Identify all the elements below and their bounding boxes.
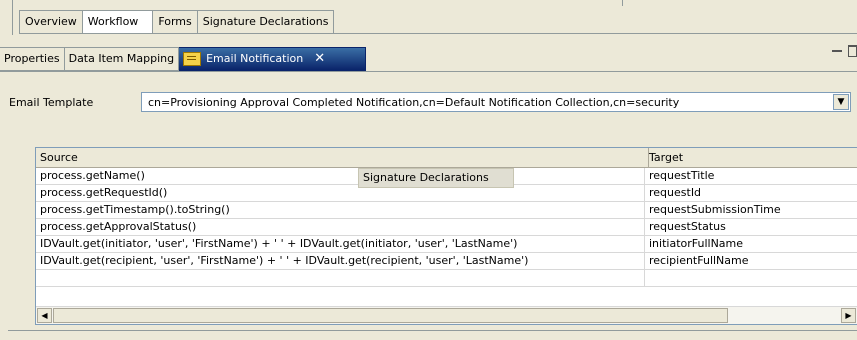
source-cell[interactable]: process.getName() — [36, 168, 645, 184]
editor-divider — [622, 0, 623, 6]
maximize-icon[interactable] — [848, 45, 857, 57]
table-header: Source Target — [36, 148, 857, 168]
editor-left-border — [12, 0, 13, 35]
editor-tab-baseline — [19, 33, 857, 34]
arrow-left-icon[interactable]: ◀ — [37, 308, 52, 323]
column-header-target[interactable]: Target — [645, 148, 849, 167]
target-cell[interactable]: initiatorFullName — [645, 236, 857, 252]
tab-data-item-mapping[interactable]: Data Item Mapping — [64, 47, 180, 71]
source-cell[interactable]: IDVault.get(recipient, 'user', 'FirstNam… — [36, 253, 645, 269]
table-row[interactable]: IDVault.get(initiator, 'user', 'FirstNam… — [36, 236, 857, 253]
arrow-right-icon[interactable]: ▶ — [841, 308, 856, 323]
email-template-select[interactable]: cn=Provisioning Approval Completed Notif… — [141, 92, 851, 112]
email-template-label: Email Template — [9, 96, 94, 109]
table-row[interactable]: process.getApprovalStatus() requestStatu… — [36, 219, 857, 236]
table-row-empty — [36, 270, 857, 287]
target-cell[interactable]: requestTitle — [645, 168, 857, 184]
email-notification-panel: Email Template cn=Provisioning Approval … — [0, 72, 857, 340]
source-cell-empty — [36, 270, 645, 286]
tab-signature-declarations[interactable]: Signature Declarations — [197, 10, 335, 34]
mail-icon — [183, 52, 202, 66]
view-window-controls — [832, 45, 857, 58]
tab-email-notification[interactable]: Email Notification ✕ — [179, 47, 367, 71]
target-cell[interactable]: requestId — [645, 185, 857, 201]
table-row[interactable]: process.getTimestamp().toString() reques… — [36, 202, 857, 219]
tab-workflow[interactable]: Workflow — [82, 10, 154, 34]
tab-email-notification-label: Email Notification — [206, 52, 304, 65]
tooltip: Signature Declarations — [358, 168, 514, 188]
column-header-source[interactable]: Source — [36, 148, 649, 167]
properties-view: Properties Data Item Mapping Email Notif… — [0, 41, 857, 340]
mapping-table: Source Target process.getName() requestT… — [35, 147, 857, 325]
target-cell[interactable]: requestStatus — [645, 219, 857, 235]
tab-overview[interactable]: Overview — [19, 10, 83, 34]
source-cell[interactable]: process.getApprovalStatus() — [36, 219, 645, 235]
editor-tab-strip: Overview Workflow Forms Signature Declar… — [0, 0, 857, 35]
editor-tabs: Overview Workflow Forms Signature Declar… — [19, 10, 335, 34]
tab-properties[interactable]: Properties — [0, 47, 65, 71]
table-row[interactable]: IDVault.get(recipient, 'user', 'FirstNam… — [36, 253, 857, 270]
target-cell[interactable]: requestSubmissionTime — [645, 202, 857, 218]
target-cell[interactable]: recipientFullName — [645, 253, 857, 269]
view-tabs: Properties Data Item Mapping Email Notif… — [0, 47, 367, 71]
source-cell[interactable]: process.getTimestamp().toString() — [36, 202, 645, 218]
source-cell[interactable]: process.getRequestId() — [36, 185, 645, 201]
horizontal-scrollbar[interactable]: ◀ ▶ — [36, 306, 857, 324]
scrollbar-thumb[interactable] — [53, 308, 728, 323]
chevron-down-icon[interactable]: ▼ — [833, 94, 849, 110]
source-cell[interactable]: IDVault.get(initiator, 'user', 'FirstNam… — [36, 236, 645, 252]
minimize-icon[interactable] — [832, 50, 842, 58]
email-template-value: cn=Provisioning Approval Completed Notif… — [148, 96, 680, 109]
panel-bottom-border — [8, 330, 857, 331]
close-icon[interactable]: ✕ — [314, 48, 325, 70]
tab-forms[interactable]: Forms — [153, 10, 198, 34]
